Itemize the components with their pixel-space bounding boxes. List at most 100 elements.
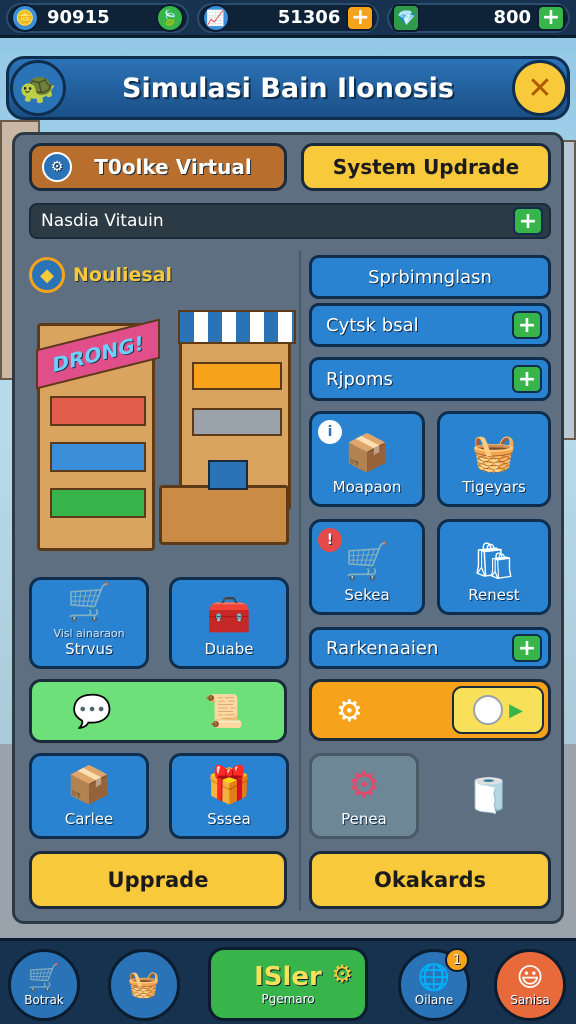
coin-icon <box>473 695 504 725</box>
gem-icon: 💎 <box>392 3 421 32</box>
add-gems-button[interactable]: + <box>537 4 566 31</box>
tile-label: Duabe <box>204 640 254 658</box>
resource-coins: 🪙 90915 🍃 <box>6 2 189 33</box>
shop-illustration: DRONG! <box>29 301 297 561</box>
settings-bar[interactable]: ⚙ ▶ <box>309 679 551 741</box>
row-rjpoms[interactable]: Rjpoms + <box>309 357 551 401</box>
compass-icon: ◆ <box>29 257 65 293</box>
face-icon: 😃 <box>516 963 544 993</box>
coin-icon: 🪙 <box>11 3 39 32</box>
search-field[interactable]: Nasdia Vitauin + <box>29 203 551 239</box>
right-header: Sprbimnglasn <box>309 255 551 299</box>
coin-toggle[interactable]: ▶ <box>452 686 544 734</box>
info-badge-icon: i <box>318 420 342 444</box>
tile-label: Sekea <box>344 586 390 604</box>
chart-icon: 📈 <box>201 3 230 32</box>
tile-sssea[interactable]: 🎁 Sssea <box>169 753 289 839</box>
nav-sanisa[interactable]: 😃 Sanisa <box>494 949 566 1021</box>
search-input[interactable]: Nasdia Vitauin <box>41 211 164 231</box>
tile-label: Carlee <box>64 810 114 828</box>
tile-label: Renest <box>468 586 520 604</box>
alert-badge-icon: ! <box>318 528 342 552</box>
section-header: ◆ Nouliesal <box>29 255 172 295</box>
add-button[interactable]: + <box>513 207 543 235</box>
nav-basket[interactable]: 🧺 <box>108 949 180 1021</box>
section-divider <box>299 251 301 911</box>
chat-icon: 💬 <box>72 692 112 730</box>
tab-label: System Updrade <box>332 155 520 179</box>
computer-icon <box>208 460 248 490</box>
leaf-icon[interactable]: 🍃 <box>155 3 184 32</box>
shelf-goods <box>192 362 282 390</box>
row-cytsk[interactable]: Cytsk bsal + <box>309 303 551 347</box>
upgrade-button[interactable]: Upprade <box>29 851 287 909</box>
tile-label: Sssea <box>207 810 251 828</box>
tile-sublabel: Visl ainaraon <box>53 627 125 640</box>
right-section: Sprbimnglasn Cytsk bsal + Rjpoms + i 📦 M… <box>309 251 553 911</box>
package-icon: 🎁 <box>206 765 252 806</box>
resource-bar: 🪙 90915 🍃 📈 51306 + 💎 800 + <box>0 0 576 38</box>
shop-sign: DRONG! <box>36 318 160 390</box>
bottom-nav: 🛒 Botrak 🧺 ISler Pgemaro ⚙ 1 🌐 Oilane 😃 … <box>0 938 576 1024</box>
tab-system-update[interactable]: System Updrade <box>301 143 551 191</box>
nav-center[interactable]: ISler Pgemaro ⚙ <box>208 947 368 1021</box>
coins-value: 90915 <box>47 7 110 28</box>
tile-label: Moapaon <box>332 478 402 496</box>
basket-icon: 🧺 <box>127 970 161 1000</box>
left-section: ◆ Nouliesal DRONG! 🛒 Visl ainaraon Strvu… <box>29 251 299 911</box>
shelf-left: DRONG! <box>36 318 160 551</box>
tile-label: Tigeyars <box>462 478 526 496</box>
plus-icon[interactable]: + <box>512 311 542 339</box>
gear-icon: ⚙ <box>331 960 353 988</box>
globe-icon: 🌐 <box>417 963 451 993</box>
shelf-goods <box>50 442 146 472</box>
gems-value: 800 <box>493 7 532 28</box>
close-icon: ✕ <box>527 70 553 106</box>
shelf-goods <box>192 408 282 436</box>
turtle-icon[interactable]: 🐢 <box>10 60 66 116</box>
tab-toolbox-virtual[interactable]: ⚙ T0olke Virtual <box>29 143 287 191</box>
tile-sekea[interactable]: ! 🛒 Sekea <box>309 519 425 615</box>
nav-center-title: ISler <box>254 962 322 992</box>
cart-tray-icon: 🧺 <box>471 433 517 474</box>
chat-bar[interactable]: 💬 📜 <box>29 679 287 743</box>
tile-tigeyars[interactable]: 🧺 Tigeyars <box>437 411 551 507</box>
tile-label: Strvus <box>65 640 113 658</box>
main-panel: ⚙ T0olke Virtual System Updrade Nasdia V… <box>12 132 564 924</box>
tile-moapaon[interactable]: i 📦 Moapaon <box>309 411 425 507</box>
title-bar: Simulasi Bain Ilonosis <box>6 56 570 120</box>
resource-gems: 💎 800 + <box>387 2 571 33</box>
nav-center-label: Pgemaro <box>261 992 315 1006</box>
open-box-icon: 📦 <box>344 433 390 474</box>
cart-green-icon: 🛍 <box>471 541 517 582</box>
crate-icon: 📦 <box>66 765 112 806</box>
tile-status[interactable]: 🛒 Visl ainaraon Strvus <box>29 577 149 669</box>
arrow-right-icon: ▶ <box>509 699 523 721</box>
tile-renest[interactable]: 🛍 Renest <box>437 519 551 615</box>
cart-gold-icon: 🛒 <box>344 541 390 582</box>
tile-carlee[interactable]: 📦 Carlee <box>29 753 149 839</box>
nav-botrak[interactable]: 🛒 Botrak <box>8 949 80 1021</box>
box-icon: 🧰 <box>206 595 252 636</box>
notification-badge: 1 <box>445 948 469 972</box>
tile-penea[interactable]: ⚙ Penea <box>309 753 419 839</box>
add-stats-button[interactable]: + <box>346 4 375 31</box>
nav-oilane[interactable]: 1 🌐 Oilane <box>398 948 470 1021</box>
cart-icon: 🛒 <box>66 582 112 623</box>
scroll-icon: 📜 <box>204 692 244 730</box>
tile-duabe[interactable]: 🧰 Duabe <box>169 577 289 669</box>
okakards-button[interactable]: Okakards <box>309 851 551 909</box>
plus-icon[interactable]: + <box>512 365 542 393</box>
shelf-goods <box>50 396 146 426</box>
desk <box>159 460 289 545</box>
section-title: Nouliesal <box>73 264 173 286</box>
close-button[interactable]: ✕ <box>512 60 568 116</box>
awning <box>178 310 296 344</box>
tile-label: Penea <box>341 810 387 828</box>
cart-icon: 🛒 <box>27 963 61 993</box>
plus-icon[interactable]: + <box>512 634 542 662</box>
stats-value: 51306 <box>277 7 341 28</box>
gear-icon: ⚙ <box>336 694 363 729</box>
row-rarkenaaien[interactable]: Rarkenaaien + <box>309 627 551 669</box>
resource-stats: 📈 51306 + <box>196 2 380 33</box>
